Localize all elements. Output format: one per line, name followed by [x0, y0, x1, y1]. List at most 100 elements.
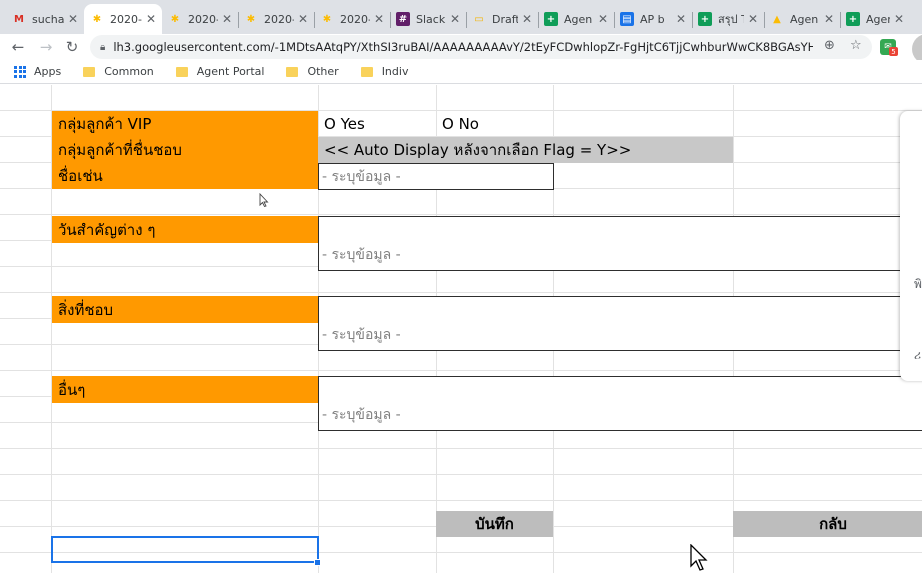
close-tab-icon[interactable]: ✕ — [450, 12, 460, 26]
zoom-icon[interactable]: ⊕ — [824, 38, 835, 53]
bookmark-label: Indiv — [381, 65, 409, 78]
browser-tab[interactable]: + Agen ✕ — [538, 4, 614, 34]
bookmark-label: Other — [307, 65, 339, 78]
fill-handle[interactable] — [314, 559, 321, 566]
apps-grid-icon — [14, 65, 26, 78]
likes-input[interactable]: - ระบุข้อมูล - — [318, 296, 922, 351]
extension-badge: 5 — [889, 47, 898, 56]
browser-tab[interactable]: Msucha ✕ — [6, 4, 84, 34]
tab-title: Agen — [790, 12, 819, 26]
close-tab-icon[interactable]: ✕ — [748, 12, 758, 26]
tab-title: sucha — [32, 12, 64, 26]
important-dates-label: วันสำคัญต่าง ๆ — [52, 216, 318, 243]
sheets-icon: + — [846, 12, 860, 26]
tab-title: 2020- — [340, 12, 370, 26]
likes-placeholder: - ระบุข้อมูล - — [322, 327, 401, 343]
preferred-group-label: กลุ่มลูกค้าที่ชื่นชอบ — [52, 137, 318, 163]
browser-tab[interactable]: ✱ 2020- ✕ — [314, 4, 390, 34]
bookmark-label: Common — [104, 65, 154, 78]
side-panel: พิ ሪ — [900, 111, 922, 381]
other-label: อื่นๆ — [52, 376, 318, 403]
close-tab-icon[interactable]: ✕ — [146, 12, 156, 26]
photos-icon: ✱ — [322, 13, 332, 25]
close-tab-icon[interactable]: ✕ — [522, 12, 532, 26]
tab-title: 2020- — [110, 12, 142, 26]
bookmark-common[interactable]: Common — [83, 65, 154, 78]
likes-label: สิ่งที่ชอบ — [52, 296, 318, 323]
browser-tab[interactable]: ✱ 2020- ✕ — [162, 4, 238, 34]
close-tab-icon[interactable]: ✕ — [68, 12, 78, 26]
photos-icon: ✱ — [170, 13, 180, 25]
close-tab-icon[interactable]: ✕ — [676, 12, 686, 26]
drive-icon: ▲ — [773, 13, 781, 25]
lock-icon: 🔒︎ — [100, 41, 106, 53]
star-bookmark-icon[interactable]: ☆ — [850, 38, 862, 53]
bookmark-agent-portal[interactable]: Agent Portal — [175, 65, 265, 78]
spreadsheet-area: กลุ่มลูกค้า VIP O Yes O No กลุ่มลูกค้าที… — [0, 85, 922, 573]
vip-yes-option[interactable]: O Yes — [324, 111, 434, 137]
other-input[interactable]: - ระบุข้อมูล - — [318, 376, 922, 431]
browser-tab[interactable]: ▲ Agen ✕ — [764, 4, 840, 34]
close-tab-icon[interactable]: ✕ — [894, 12, 904, 26]
close-tab-icon[interactable]: ✕ — [298, 12, 308, 26]
browser-tab[interactable]: + สรุป T ✕ — [692, 4, 764, 34]
photos-icon: ✱ — [92, 13, 102, 25]
bookmarks-bar: Apps Common Agent Portal Other Indiv — [0, 60, 922, 84]
save-button[interactable]: บันทึก — [436, 511, 553, 537]
browser-tab[interactable]: + Agen ✕ — [840, 4, 910, 34]
preferred-group-value: << Auto Display หลังจากเลือก Flag = Y>> — [318, 137, 733, 163]
nickname-label: ชื่อเช่น — [52, 163, 318, 189]
photos-icon: ✱ — [246, 13, 256, 25]
vip-label: กลุ่มลูกค้า VIP — [52, 111, 318, 137]
mouse-pointer-icon — [690, 544, 708, 571]
browser-tab[interactable]: ▤ AP b ✕ — [614, 4, 692, 34]
browser-tab[interactable]: ✱ 2020- ✕ — [238, 4, 314, 34]
close-tab-icon[interactable]: ✕ — [222, 12, 232, 26]
bookmark-other[interactable]: Other — [286, 65, 339, 78]
tab-title: Agen — [866, 12, 890, 26]
bookmark-label: Agent Portal — [196, 65, 265, 78]
address-bar[interactable]: 🔒︎ lh3.googleusercontent.com/-1MDtsAAtqP… — [90, 35, 872, 59]
small-pointer-icon — [259, 193, 269, 208]
tab-title: Agen — [564, 12, 593, 26]
gmail-icon: M — [14, 13, 24, 25]
nickname-placeholder: - ระบุข้อมูล - — [322, 168, 401, 185]
tab-title: Slack — [416, 12, 446, 26]
browser-toolbar: ← → ↻ 🔒︎ lh3.googleusercontent.com/-1MDt… — [0, 34, 922, 60]
folder-icon — [286, 66, 299, 77]
tab-title: 2020- — [188, 12, 218, 26]
side-panel-text: พิ — [914, 277, 922, 291]
slack-icon: # — [396, 12, 410, 26]
selected-cell[interactable] — [51, 536, 319, 563]
back-button[interactable]: กลับ — [733, 511, 922, 537]
sheets-icon: + — [698, 12, 712, 26]
side-panel-text: ሪ — [914, 348, 922, 362]
browser-tab[interactable]: ▭ Draft ✕ — [466, 4, 538, 34]
sheets-icon: + — [544, 12, 558, 26]
tab-strip: Msucha ✕ ✱ 2020- ✕ ✱ 2020- ✕ ✱ 2020- ✕ ✱ 2020- ✕ # Slac… — [0, 0, 922, 34]
bookmark-apps[interactable]: Apps — [14, 65, 61, 78]
important-dates-input[interactable]: - ระบุข้อมูล - — [318, 216, 922, 271]
folder-icon — [175, 66, 188, 77]
bookmark-label: Apps — [34, 65, 62, 78]
browser-tab[interactable]: # Slack ✕ — [390, 4, 466, 34]
browser-tab[interactable]: ✱ 2020- ✕ — [84, 4, 162, 34]
forward-arrow-icon[interactable]: → — [36, 37, 56, 57]
close-tab-icon[interactable]: ✕ — [374, 12, 384, 26]
important-dates-placeholder: - ระบุข้อมูล - — [322, 247, 401, 263]
back-arrow-icon[interactable]: ← — [8, 37, 28, 57]
folder-icon — [83, 66, 96, 77]
tab-title: Draft — [492, 12, 518, 26]
folder-icon — [360, 66, 373, 77]
bookmark-indiv[interactable]: Indiv — [360, 65, 409, 78]
slides-icon: ▭ — [474, 13, 484, 25]
nickname-input[interactable]: - ระบุข้อมูล - — [318, 163, 554, 190]
reload-icon[interactable]: ↻ — [62, 37, 82, 57]
vip-no-option[interactable]: O No — [442, 111, 552, 137]
tab-title: สรุป T — [718, 13, 744, 26]
close-tab-icon[interactable]: ✕ — [824, 12, 834, 26]
other-placeholder: - ระบุข้อมูล - — [322, 407, 401, 423]
url-text[interactable]: lh3.googleusercontent.com/-1MDtsAAtqPY/X… — [113, 40, 813, 54]
tab-title: AP b — [640, 12, 665, 26]
close-tab-icon[interactable]: ✕ — [598, 12, 608, 26]
